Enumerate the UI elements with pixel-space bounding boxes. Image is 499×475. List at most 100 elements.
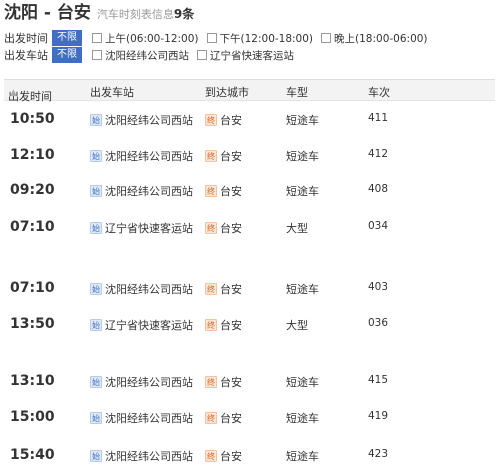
departure-icon: 始	[90, 376, 102, 388]
departure-station[interactable]: 始沈阳经纬公司西站	[90, 374, 193, 390]
city-name: 台安	[220, 376, 242, 389]
option-label: 沈阳经纬公司西站	[105, 49, 189, 62]
time-filter-all-button[interactable]: 不限	[52, 30, 82, 46]
trip-number: 408	[368, 183, 389, 195]
station-name: 沈阳经纬公司西站	[105, 412, 193, 425]
city-name: 台安	[220, 222, 242, 235]
city-name: 台安	[220, 283, 242, 296]
vehicle-type: 大型	[286, 222, 308, 235]
route-title: 沈阳 - 台安	[4, 3, 91, 23]
checkbox[interactable]	[206, 33, 217, 43]
arrival-city: 终台安	[205, 448, 242, 464]
page-title: 沈阳 - 台安 汽车时刻表信息9条	[4, 0, 194, 26]
time-option-morning[interactable]: 上午(06:00-12:00)	[92, 31, 199, 46]
station-name: 辽宁省快速客运站	[105, 222, 193, 235]
arrival-icon: 终	[205, 450, 217, 462]
departure-station[interactable]: 始沈阳经纬公司西站	[90, 148, 193, 164]
station-filter-all-button[interactable]: 不限	[52, 47, 82, 63]
time-filter-label: 出发时间	[4, 32, 48, 45]
departure-station[interactable]: 始沈阳经纬公司西站	[90, 281, 193, 297]
departure-time: 09:20	[10, 182, 55, 198]
station-name: 沈阳经纬公司西站	[105, 114, 193, 127]
checkbox[interactable]	[92, 33, 102, 43]
arrival-city: 终台安	[205, 112, 242, 128]
city-name: 台安	[220, 114, 242, 127]
departure-station[interactable]: 始辽宁省快速客运站	[90, 220, 193, 236]
time-option-afternoon[interactable]: 下午(12:00-18:00)	[206, 31, 314, 46]
vehicle-type: 短途车	[286, 412, 319, 425]
checkbox[interactable]	[321, 33, 332, 43]
header-departure-station: 出发车站	[90, 86, 134, 99]
station-option-jingwei[interactable]: 沈阳经纬公司西站	[92, 48, 189, 63]
station-filter-label: 出发车站	[4, 49, 48, 62]
departure-icon: 始	[90, 185, 102, 197]
departure-time: 13:50	[10, 316, 55, 332]
departure-icon: 始	[90, 450, 102, 462]
departure-time: 13:10	[10, 373, 55, 389]
departure-station[interactable]: 始沈阳经纬公司西站	[90, 183, 193, 199]
departure-time: 15:40	[10, 447, 55, 463]
subtitle-text: 汽车时刻表信息	[96, 8, 174, 21]
city-name: 台安	[220, 450, 242, 463]
arrival-icon: 终	[205, 185, 217, 197]
station-name: 沈阳经纬公司西站	[105, 283, 193, 296]
station-name: 辽宁省快速客运站	[105, 319, 193, 332]
arrival-city: 终台安	[205, 183, 242, 199]
city-name: 台安	[220, 412, 242, 425]
sort-icon[interactable]: ▲	[10, 88, 17, 98]
vehicle-type: 短途车	[286, 450, 319, 463]
arrival-city: 终台安	[205, 410, 242, 426]
arrival-city: 终台安	[205, 374, 242, 390]
trip-number: 036	[368, 317, 389, 329]
trip-number: 423	[368, 448, 389, 460]
table-header: 出发时间 ▲ 出发车站 到达城市 车型 车次	[4, 79, 495, 103]
arrival-city: 终台安	[205, 148, 242, 164]
station-name: 沈阳经纬公司西站	[105, 150, 193, 163]
arrival-icon: 终	[205, 283, 217, 295]
departure-station[interactable]: 始沈阳经纬公司西站	[90, 410, 193, 426]
result-count: 9条	[173, 7, 195, 21]
city-name: 台安	[220, 319, 242, 332]
option-label: 上午(06:00-12:00)	[105, 32, 199, 45]
arrival-icon: 终	[205, 150, 217, 162]
departure-time: 15:00	[10, 409, 55, 425]
header-trip-number: 车次	[368, 86, 390, 99]
checkbox[interactable]	[92, 50, 102, 60]
arrival-icon: 终	[205, 114, 217, 126]
trip-number: 034	[368, 220, 389, 232]
station-name: 沈阳经纬公司西站	[105, 450, 193, 463]
trip-number: 412	[368, 148, 389, 160]
station-filter: 出发车站 不限 沈阳经纬公司西站 辽宁省快速客运站	[4, 45, 302, 65]
city-name: 台安	[220, 185, 242, 198]
arrival-icon: 终	[205, 222, 217, 234]
departure-time: 10:50	[10, 111, 55, 127]
station-option-liaoning[interactable]: 辽宁省快速客运站	[197, 48, 294, 63]
option-label: 下午(12:00-18:00)	[219, 32, 314, 45]
header-arrival-city: 到达城市	[205, 86, 249, 99]
departure-time: 07:10	[10, 219, 55, 235]
departure-station[interactable]: 始沈阳经纬公司西站	[90, 112, 193, 128]
station-name: 沈阳经纬公司西站	[105, 376, 193, 389]
city-name: 台安	[220, 150, 242, 163]
arrival-city: 终台安	[205, 317, 242, 333]
trip-number: 419	[368, 410, 389, 422]
departure-station[interactable]: 始沈阳经纬公司西站	[90, 448, 193, 464]
vehicle-type: 大型	[286, 319, 308, 332]
departure-time: 07:10	[10, 280, 55, 296]
time-option-evening[interactable]: 晚上(18:00-06:00)	[321, 31, 428, 46]
header-vehicle-type: 车型	[286, 86, 308, 99]
trip-number: 415	[368, 374, 389, 386]
departure-icon: 始	[90, 412, 102, 424]
option-label: 晚上(18:00-06:00)	[334, 32, 428, 45]
vehicle-type: 短途车	[286, 114, 319, 127]
arrival-city: 终台安	[205, 220, 242, 236]
arrival-icon: 终	[205, 319, 217, 331]
station-name: 沈阳经纬公司西站	[105, 185, 193, 198]
checkbox[interactable]	[197, 50, 207, 60]
arrival-icon: 终	[205, 376, 217, 388]
vehicle-type: 短途车	[286, 185, 319, 198]
arrival-city: 终台安	[205, 281, 242, 297]
arrival-icon: 终	[205, 412, 217, 424]
departure-station[interactable]: 始辽宁省快速客运站	[90, 317, 193, 333]
departure-icon: 始	[90, 283, 102, 295]
